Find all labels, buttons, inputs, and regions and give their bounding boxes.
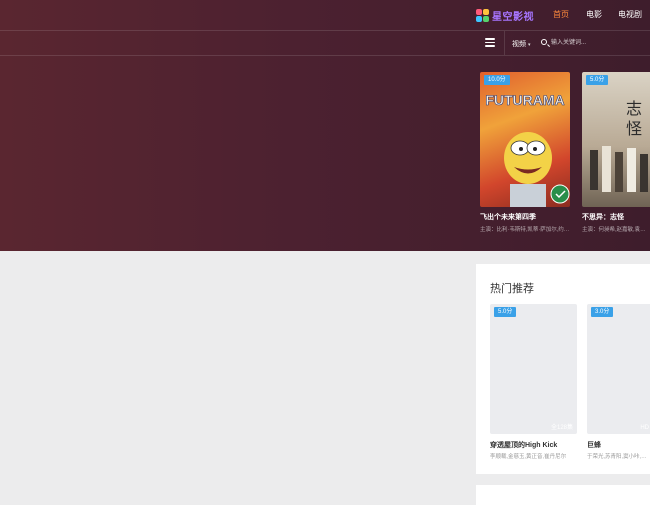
score-badge: 3.0分 — [591, 307, 614, 317]
card-title[interactable]: 巨蜂 — [587, 440, 601, 450]
divider — [504, 31, 505, 55]
logo-text: 星空影视 — [492, 11, 534, 23]
poster-image[interactable]: 志 怪 5.0分 — [582, 72, 650, 207]
score-badge: 10.0分 — [484, 75, 510, 85]
poster-image[interactable]: FUTURAMA 10.0分 — [480, 72, 570, 207]
logo-icon — [476, 8, 489, 22]
poster-image[interactable]: 5.0分 全128集 — [490, 304, 577, 434]
next-panel — [476, 485, 650, 505]
poster-image[interactable]: 3.0分 HD — [587, 304, 650, 434]
poster-art: FUTURAMA — [485, 92, 570, 207]
search-input[interactable] — [551, 37, 646, 49]
card-title[interactable]: 飞出个未来第四季 — [480, 212, 536, 222]
score-badge: 5.0分 — [586, 75, 609, 85]
card-title[interactable]: 穿透屋顶的High Kick — [490, 440, 557, 450]
card-actors: 李顺载,金慈玉,黄正音,崔丹尼尔 — [490, 454, 567, 460]
category-label: 视频 — [512, 41, 526, 48]
svg-text:志: 志 — [626, 99, 642, 118]
card-actors: 主演：何昶希,赵嘉敏,袁冰妍 — [582, 227, 650, 233]
episode-label: 全128集 — [550, 425, 573, 431]
nav-tv[interactable]: 电视剧 — [618, 9, 642, 20]
svg-text:FUTURAMA: FUTURAMA — [485, 92, 564, 108]
menu-icon[interactable] — [485, 38, 495, 47]
svg-text:怪: 怪 — [626, 119, 642, 138]
card-actors: 于荣光,苏青阳,窦小咔,周振 — [587, 454, 650, 460]
card-title[interactable]: 不思异：志怪 — [582, 212, 624, 222]
nav-movie[interactable]: 电影 — [586, 9, 602, 20]
score-badge: 5.0分 — [494, 307, 517, 317]
episode-label: HD — [640, 425, 649, 431]
nav-home[interactable]: 首页 — [553, 9, 569, 20]
card-actors: 主演：比利·韦斯特,凯蒂·萨加尔,约翰·迪·马吉欧 — [480, 227, 570, 233]
section-title: 热门推荐 — [490, 283, 534, 295]
chevron-down-icon: ▾ — [528, 42, 531, 48]
search-icon[interactable] — [541, 39, 547, 45]
category-select[interactable]: 视频 ▾ — [512, 39, 531, 49]
poster-art: 志 怪 — [590, 99, 648, 192]
site-logo[interactable]: 星空影视 — [476, 7, 534, 23]
